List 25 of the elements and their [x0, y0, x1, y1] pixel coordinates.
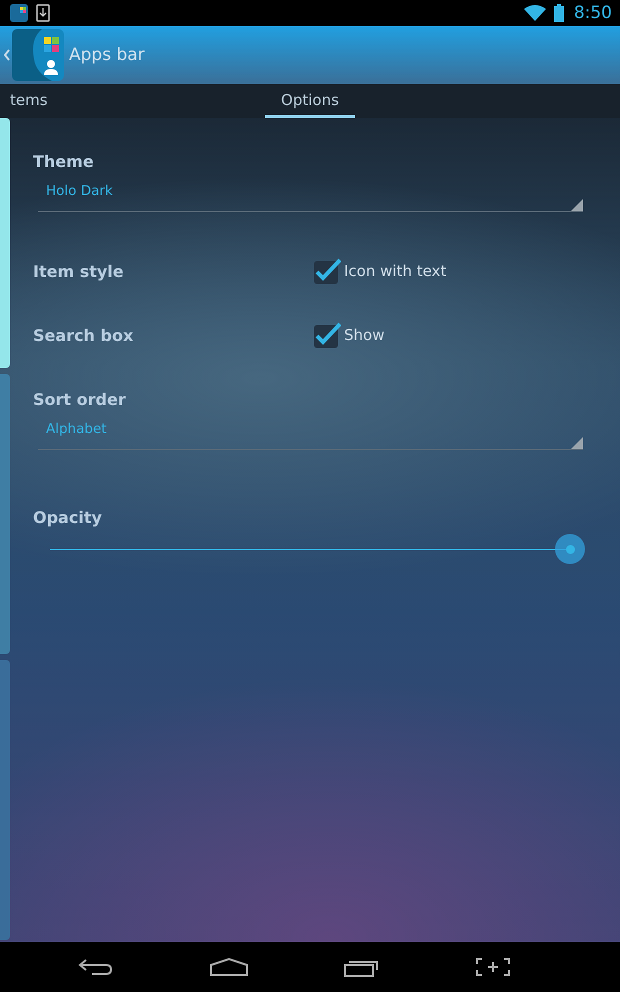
- slider-thumb[interactable]: [555, 534, 585, 564]
- setting-label: Theme: [33, 152, 95, 171]
- app-title: Apps bar: [69, 45, 145, 65]
- screenshot-icon[interactable]: [476, 957, 510, 977]
- clock: 8:50: [574, 3, 612, 23]
- back-caret-icon[interactable]: [4, 49, 10, 61]
- checkbox[interactable]: [313, 258, 341, 284]
- app-icon[interactable]: [12, 29, 64, 81]
- wifi-icon: [524, 5, 546, 21]
- setting-label: Sort order: [33, 390, 127, 409]
- back-icon[interactable]: [78, 957, 114, 977]
- tab[interactable]: tems: [10, 84, 52, 118]
- download-icon: [36, 4, 50, 22]
- setting-label: Search box: [33, 326, 134, 344]
- checkbox-label: Show: [344, 326, 384, 344]
- home-icon[interactable]: [210, 957, 248, 977]
- dropdown-arrow-icon: [571, 437, 583, 449]
- battery-icon: [554, 4, 564, 22]
- dropdown-arrow-icon: [571, 199, 583, 211]
- app-notification-icon: [10, 4, 28, 22]
- setting-label: Opacity: [33, 508, 103, 527]
- checkbox[interactable]: [313, 322, 341, 348]
- setting-label: Item style: [33, 262, 125, 280]
- dropdown[interactable]: Holo Dark: [38, 183, 583, 212]
- checkbox-label: Icon with text: [344, 262, 446, 280]
